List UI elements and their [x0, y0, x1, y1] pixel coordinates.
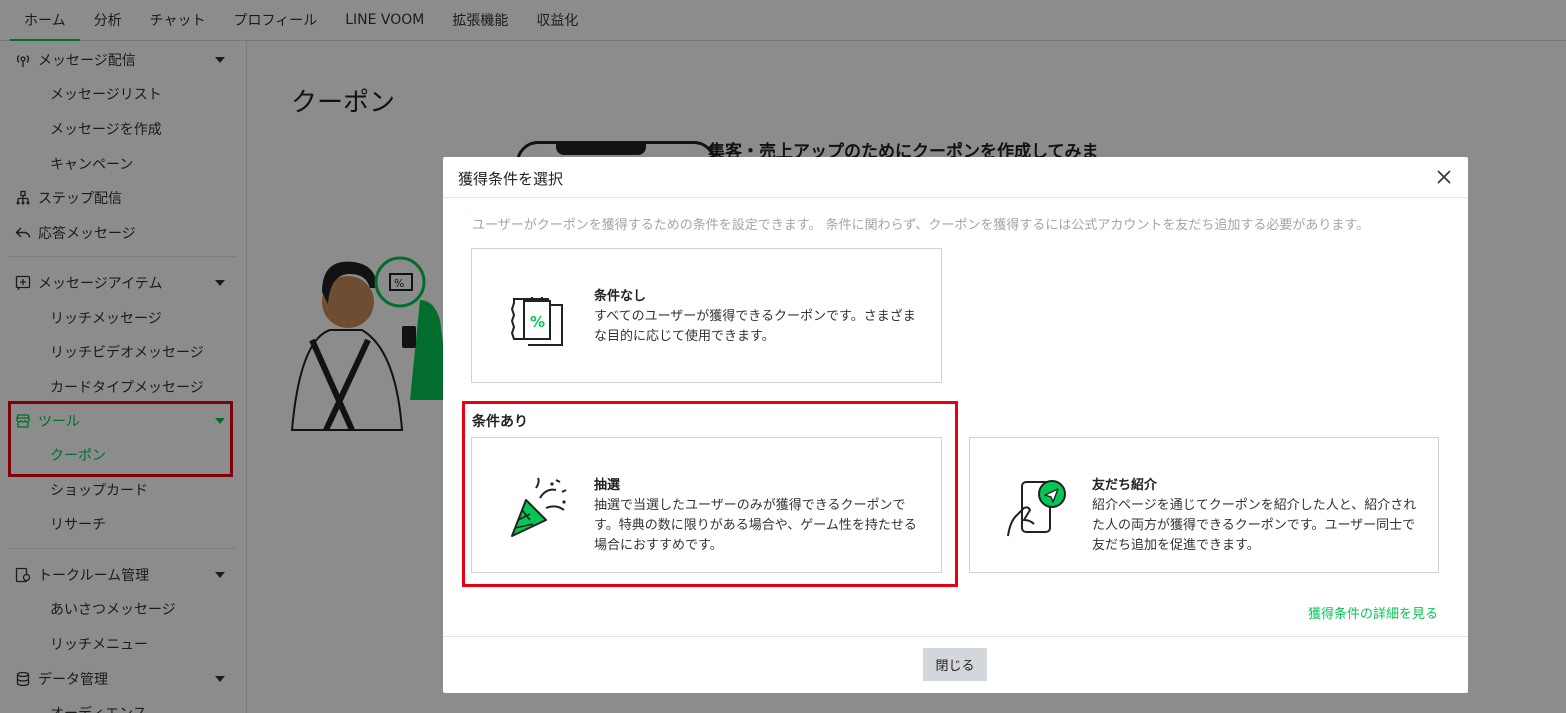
option-title: 友だち紹介 [1092, 478, 1158, 493]
dialog-footer-divider [443, 636, 1468, 637]
svg-text:%: % [530, 313, 545, 331]
close-button[interactable]: 閉じる [923, 648, 987, 681]
dialog-description: ユーザーがクーポンを獲得するための条件を設定できます。 条件に関わらず、クーポン… [472, 218, 1370, 233]
condition-select-dialog: 獲得条件を選択 ユーザーがクーポンを獲得するための条件を設定できます。 条件に関… [443, 157, 1468, 693]
dialog-title: 獲得条件を選択 [458, 170, 564, 188]
condition-details-link[interactable]: 獲得条件の詳細を見る [1308, 603, 1438, 622]
option-description: すべてのユーザーが獲得できるクーポンです。さまざまな目的に応じて使用できます。 [594, 309, 916, 344]
option-title: 条件なし [594, 289, 647, 304]
close-icon[interactable] [1432, 165, 1456, 189]
dialog-header: 獲得条件を選択 [443, 157, 1468, 198]
option-description: 紹介ページを通じてクーポンを紹介した人と、紹介された人の両方が獲得できるクーポン… [1092, 498, 1417, 553]
option-no-condition-card[interactable]: % 条件なし すべてのユーザーが獲得できるクーポンです。さまざまな目的に応じて使… [471, 248, 942, 383]
phone-referral-icon [1007, 480, 1066, 537]
lottery-highlight-box [462, 401, 958, 587]
coupon-ticket-icon: % [510, 297, 563, 346]
option-referral-card[interactable]: 友だち紹介 紹介ページを通じてクーポンを紹介した人と、紹介された人の両方が獲得で… [969, 437, 1439, 573]
